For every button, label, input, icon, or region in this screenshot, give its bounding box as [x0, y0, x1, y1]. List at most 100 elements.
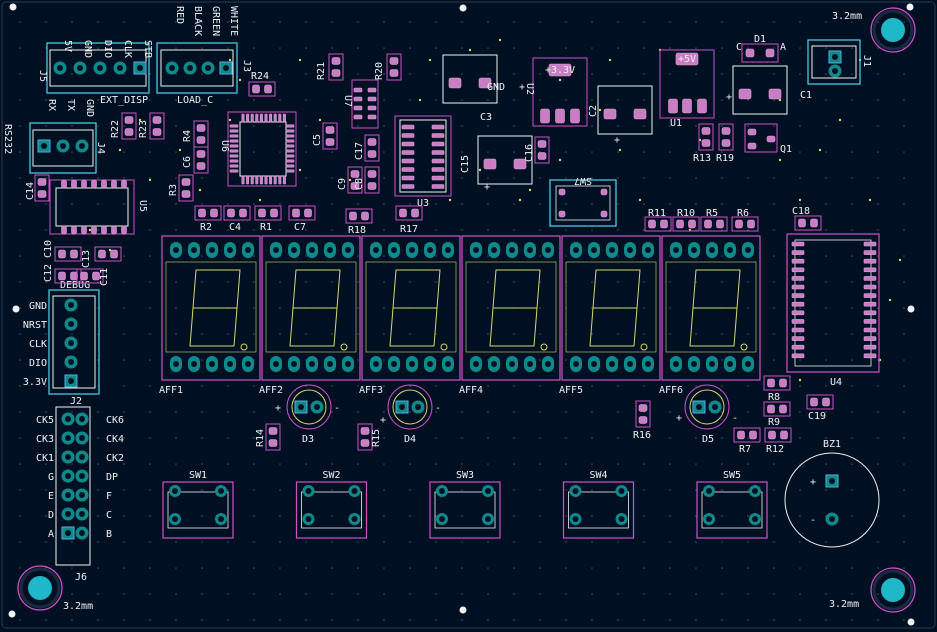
u3-ref: U3	[417, 198, 429, 209]
display-drill	[327, 247, 333, 253]
j3-name: LOAD_C	[177, 95, 213, 106]
switch-ref: SW4	[589, 470, 607, 481]
j6-right-label: B	[106, 529, 112, 540]
grid-dot	[747, 619, 749, 621]
grid-dot	[123, 333, 125, 335]
grid-dot	[435, 437, 437, 439]
grid-dot	[201, 515, 203, 517]
grid-dot	[435, 229, 437, 231]
grid-dot	[123, 567, 125, 569]
grid-dot	[799, 411, 801, 413]
grid-dot	[279, 333, 281, 335]
smd-pad	[292, 208, 300, 218]
sw7-pad	[600, 210, 608, 218]
r12-ref: R12	[766, 444, 784, 455]
grid-dot	[487, 411, 489, 413]
u4-pad-left	[791, 319, 805, 324]
grid-dot	[357, 411, 359, 413]
switch-drill	[439, 488, 445, 494]
grid-dot	[331, 99, 333, 101]
display-drill	[591, 361, 597, 367]
smd-pad	[648, 219, 656, 229]
grid-dot	[357, 359, 359, 361]
grid-dot	[383, 359, 385, 361]
sw7-pad	[558, 188, 566, 196]
pad-drill	[97, 65, 103, 71]
via	[558, 158, 562, 162]
grid-dot	[19, 359, 21, 361]
smd-pad	[37, 190, 47, 198]
j6-right-label: CK6	[106, 415, 124, 426]
pad-drill	[829, 516, 835, 522]
c19-ref: C19	[808, 411, 826, 422]
grid-dot	[487, 229, 489, 231]
switch-drill	[351, 516, 358, 522]
via	[448, 198, 452, 202]
grid-dot	[435, 463, 437, 465]
c18-ref: C18	[792, 206, 810, 217]
board-corner-marker	[459, 4, 467, 12]
r23-ref: R23	[138, 120, 149, 138]
via	[428, 58, 432, 62]
grid-dot	[799, 125, 801, 127]
grid-dot	[331, 411, 333, 413]
grid-dot	[19, 463, 21, 465]
u6-pad	[273, 113, 277, 123]
display-drill	[291, 361, 297, 367]
pad-drill	[65, 435, 71, 441]
grid-dot	[617, 177, 619, 179]
pad-drill	[79, 454, 85, 460]
smd-pad	[37, 178, 47, 186]
grid-dot	[409, 489, 411, 491]
grid-dot	[695, 47, 697, 49]
grid-dot	[487, 47, 489, 49]
j6-pin-pad	[75, 450, 89, 464]
grid-dot	[19, 151, 21, 153]
grid-dot	[643, 47, 645, 49]
grid-dot	[45, 619, 47, 621]
smd-pad	[721, 139, 731, 147]
grid-dot	[487, 385, 489, 387]
u6-pad	[229, 124, 239, 128]
u3-pad	[401, 133, 415, 138]
u3-pad	[401, 175, 415, 181]
grid-dot	[331, 333, 333, 335]
display-drill	[627, 247, 633, 253]
u3-pad	[401, 141, 415, 147]
grid-dot	[825, 359, 827, 361]
j2-pin-label: NRST	[23, 320, 47, 331]
grid-dot	[565, 99, 567, 101]
grid-dot	[643, 541, 645, 543]
u6-pad	[273, 175, 277, 185]
grid-dot	[877, 593, 879, 595]
via	[468, 48, 472, 52]
d1-pad	[745, 48, 755, 58]
grid-dot	[747, 567, 749, 569]
grid-dot	[851, 177, 853, 179]
pad-drill	[829, 478, 835, 484]
grid-dot	[357, 125, 359, 127]
grid-dot	[357, 567, 359, 569]
grid-dot	[253, 593, 255, 595]
switch-drill	[172, 516, 178, 522]
smd-pad	[80, 271, 88, 281]
j2-name: DEBUG	[60, 280, 90, 291]
grid-dot	[201, 203, 203, 205]
j6-right-label: CK2	[106, 453, 124, 464]
pad-drill	[712, 404, 718, 410]
grid-dot	[383, 307, 385, 309]
j1-ref: J1	[861, 55, 872, 67]
via	[348, 178, 352, 182]
grid-dot	[175, 151, 177, 153]
pad-drill	[205, 65, 211, 71]
smd-pad	[70, 249, 78, 259]
grid-dot	[773, 47, 775, 49]
grid-dot	[825, 229, 827, 231]
u6-pad	[255, 113, 259, 123]
c10-ref: C10	[43, 240, 54, 258]
grid-dot	[773, 125, 775, 127]
q1-ref: Q1	[780, 144, 792, 155]
grid-dot	[565, 255, 567, 257]
grid-dot	[825, 307, 827, 309]
j4-pin-label: TX	[65, 99, 76, 111]
